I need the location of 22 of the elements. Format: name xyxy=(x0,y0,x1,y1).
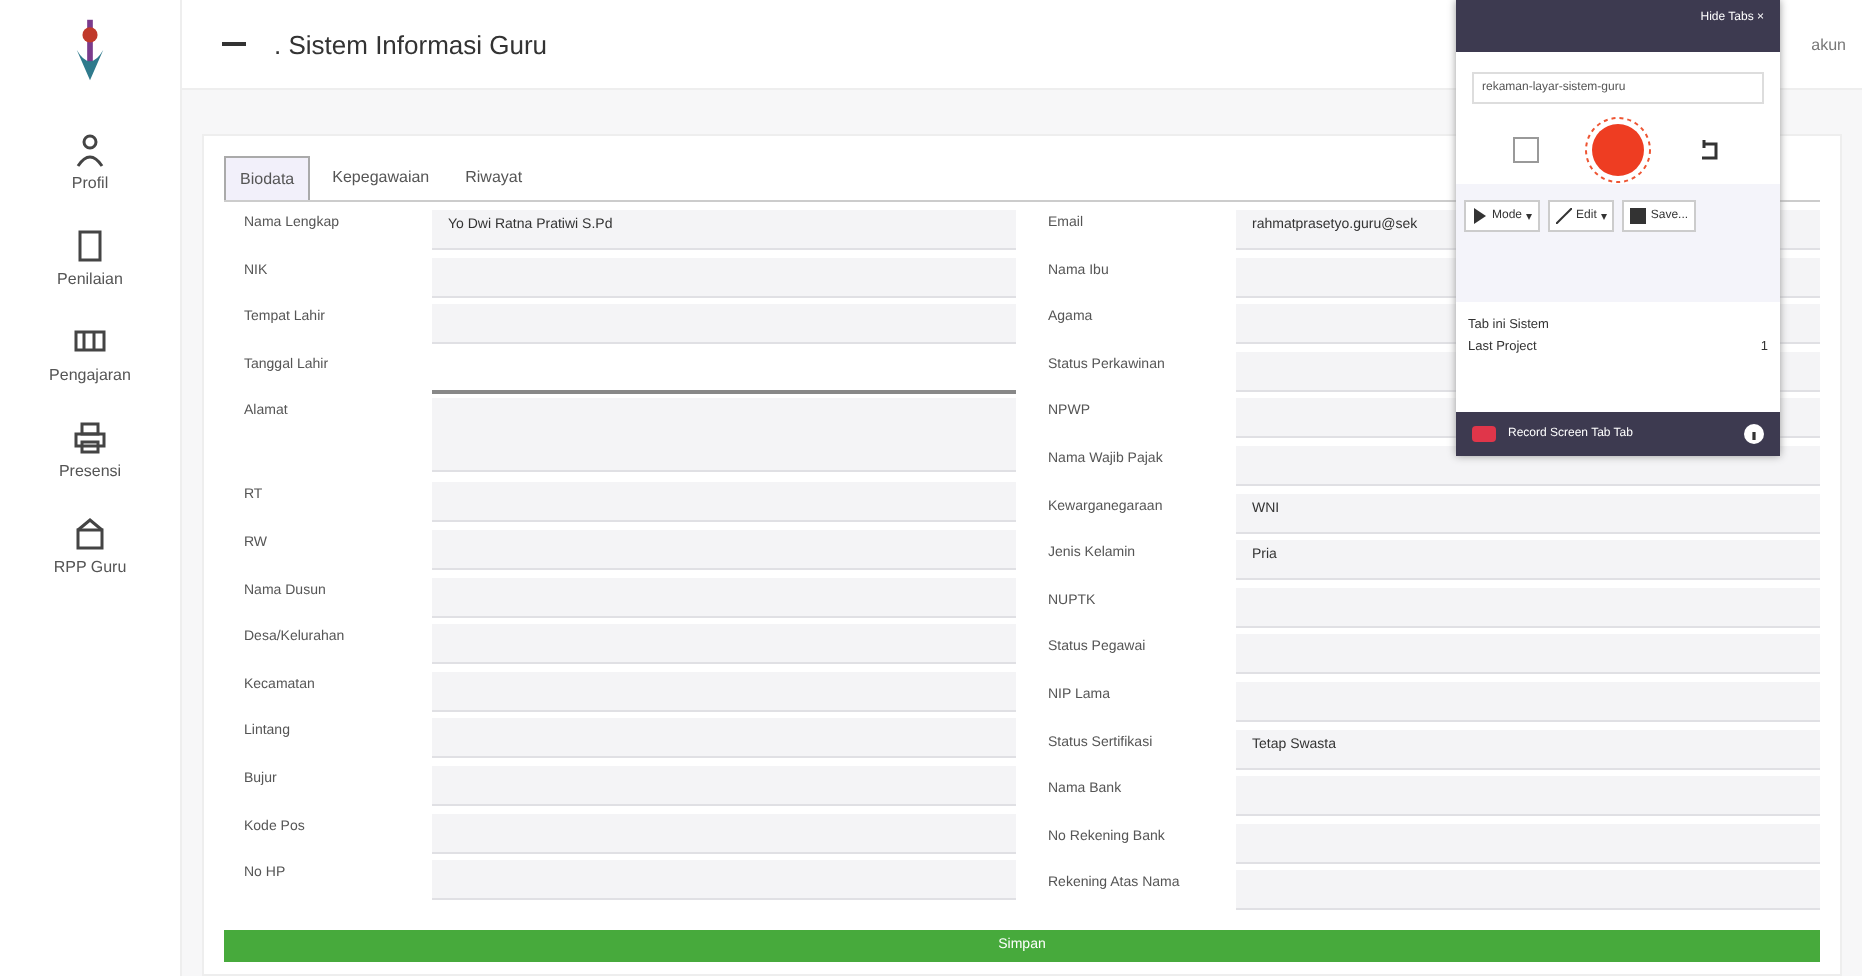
info-icon xyxy=(1744,424,1764,444)
sidebar-item[interactable]: Presensi xyxy=(58,420,122,480)
sidebar-item[interactable]: Penilaian xyxy=(57,228,123,288)
pen-icon xyxy=(1556,208,1573,224)
sidebar-item[interactable]: Pengajaran xyxy=(49,324,131,384)
menu-icon[interactable] xyxy=(222,40,246,48)
house-icon xyxy=(72,516,108,552)
tab[interactable]: Biodata xyxy=(224,156,311,200)
play-icon xyxy=(1472,208,1488,224)
sidebar-item[interactable]: RPP Guru xyxy=(53,516,127,576)
grid-icon[interactable] xyxy=(1512,136,1540,164)
user-link[interactable]: akun xyxy=(1811,35,1846,53)
sidebar-item[interactable]: Profil xyxy=(71,132,109,192)
printer-icon xyxy=(72,420,108,456)
save-icon xyxy=(1630,208,1647,224)
tab[interactable]: Kepegawaian xyxy=(318,156,444,200)
tab[interactable]: Riwayat xyxy=(451,156,537,200)
camera-icon xyxy=(1472,426,1496,442)
undo-icon[interactable] xyxy=(1696,136,1724,164)
app-title: . Sistem Informasi Guru xyxy=(274,29,548,59)
record-button[interactable] xyxy=(1584,116,1652,184)
user-icon xyxy=(71,132,108,168)
